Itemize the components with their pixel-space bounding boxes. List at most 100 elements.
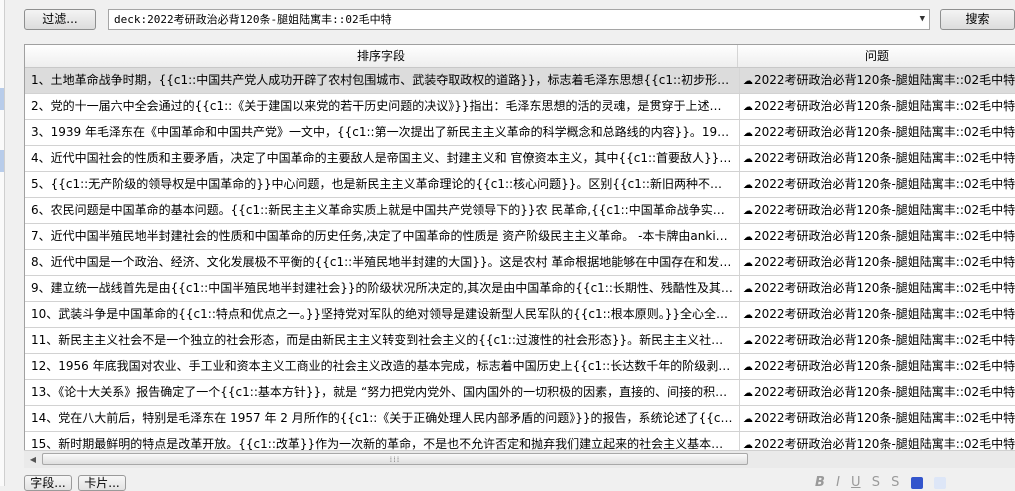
deck-icon: ☁	[743, 258, 753, 269]
question-cell: ☁2022考研政治必背120条-腿姐陆寓丰::02毛中特	[739, 276, 1015, 301]
dropdown-arrow-icon[interactable]: ▼	[920, 10, 925, 29]
deck-icon: ☁	[743, 76, 753, 87]
table-row[interactable]: 3、1939 年毛泽东在《中国革命和中国共产党》一文中，{{c1::第一次提出了…	[25, 120, 1015, 146]
question-cell: ☁2022考研政治必背120条-腿姐陆寓丰::02毛中特	[739, 354, 1015, 379]
question-text: 2022考研政治必背120条-腿姐陆寓丰::02毛中特	[754, 151, 1015, 165]
question-text: 2022考研政治必背120条-腿姐陆寓丰::02毛中特	[754, 437, 1015, 451]
table-row[interactable]: 8、近代中国是一个政治、经济、文化发展极不平衡的{{c1::半殖民地半封建的大国…	[25, 250, 1015, 276]
question-cell: ☁2022考研政治必背120条-腿姐陆寓丰::02毛中特	[739, 380, 1015, 405]
table-row[interactable]: 5、{{c1::无产阶级的领导权是中国革命的}}中心问题，也是新民主主义革命理论…	[25, 172, 1015, 198]
question-text: 2022考研政治必背120条-腿姐陆寓丰::02毛中特	[754, 333, 1015, 347]
table-row[interactable]: 6、农民问题是中国革命的基本问题。{{c1::新民主主义革命实质上就是中国共产党…	[25, 198, 1015, 224]
deck-icon: ☁	[743, 180, 753, 191]
question-cell: ☁2022考研政治必背120条-腿姐陆寓丰::02毛中特	[739, 406, 1015, 431]
sort-field-cell: 2、党的十一届六中全会通过的{{c1::《关于建国以来党的若干历史问题的决议》}…	[31, 99, 733, 113]
question-cell: ☁2022考研政治必背120条-腿姐陆寓丰::02毛中特	[739, 120, 1015, 145]
question-text: 2022考研政治必背120条-腿姐陆寓丰::02毛中特	[754, 359, 1015, 373]
sort-field-cell: 12、1956 年底我国对农业、手工业和资本主义工商业的社会主义改造的基本完成，…	[31, 359, 733, 373]
table-header: 排序字段 问题	[25, 45, 1015, 68]
fields-button[interactable]: 字段...	[24, 475, 72, 491]
table-row[interactable]: 7、近代中国半殖民地半封建社会的性质和中国革命的历史任务,决定了中国革命的性质是…	[25, 224, 1015, 250]
deck-icon: ☁	[743, 154, 753, 165]
sort-field-cell: 3、1939 年毛泽东在《中国革命和中国共产党》一文中，{{c1::第一次提出了…	[31, 125, 733, 139]
deck-icon: ☁	[743, 284, 753, 295]
sort-field-cell: 14、党在八大前后，特别是毛泽东在 1957 年 2 月所作的{{c1::《关于…	[31, 411, 733, 425]
search-button[interactable]: 搜索	[940, 9, 1015, 30]
color-swatch-icon[interactable]	[910, 476, 923, 489]
question-text: 2022考研政治必背120条-腿姐陆寓丰::02毛中特	[754, 177, 1015, 191]
italic-icon[interactable]: I	[836, 475, 840, 490]
question-text: 2022考研政治必背120条-腿姐陆寓丰::02毛中特	[754, 255, 1015, 269]
sort-field-cell: 8、近代中国是一个政治、经济、文化发展极不平衡的{{c1::半殖民地半封建的大国…	[31, 255, 733, 269]
table-row[interactable]: 1、土地革命战争时期，{{c1::中国共产党人成功开辟了农村包围城市、武装夺取政…	[25, 68, 1015, 94]
question-text: 2022考研政治必背120条-腿姐陆寓丰::02毛中特	[754, 203, 1015, 217]
column-header-question[interactable]: 问题	[738, 45, 1015, 67]
question-text: 2022考研政治必背120条-腿姐陆寓丰::02毛中特	[754, 229, 1015, 243]
table-row[interactable]: 15、新时期最鲜明的特点是改革开放。{{c1::改革}}作为一次新的革命，不是也…	[25, 432, 1015, 451]
sort-field-cell: 15、新时期最鲜明的特点是改革开放。{{c1::改革}}作为一次新的革命，不是也…	[31, 437, 733, 451]
question-cell: ☁2022考研政治必背120条-腿姐陆寓丰::02毛中特	[739, 68, 1015, 93]
scroll-left-arrow-icon[interactable]: ◀	[26, 453, 40, 466]
search-input[interactable]: deck:2022考研政治必背120条-腿姐陆寓丰::02毛中特 ▼	[108, 9, 930, 30]
search-query-text: deck:2022考研政治必背120条-腿姐陆寓丰::02毛中特	[114, 13, 392, 26]
subscript-icon[interactable]: S	[891, 475, 899, 490]
cards-button[interactable]: 卡片...	[78, 475, 126, 491]
sidebar-marker	[0, 150, 4, 172]
sidebar-marker	[0, 88, 4, 110]
scrollbar-thumb[interactable]: ⁞⁞⁞	[42, 453, 748, 465]
question-cell: ☁2022考研政治必背120条-腿姐陆寓丰::02毛中特	[739, 250, 1015, 275]
table-row[interactable]: 13、《论十大关系》报告确定了一个{{c1::基本方针}}，就是 “努力把党内党…	[25, 380, 1015, 406]
sort-field-cell: 6、农民问题是中国革命的基本问题。{{c1::新民主主义革命实质上就是中国共产党…	[31, 203, 733, 217]
question-text: 2022考研政治必背120条-腿姐陆寓丰::02毛中特	[754, 281, 1015, 295]
question-text: 2022考研政治必背120条-腿姐陆寓丰::02毛中特	[754, 125, 1015, 139]
sort-field-cell: 7、近代中国半殖民地半封建社会的性质和中国革命的历史任务,决定了中国革命的性质是…	[31, 229, 728, 243]
question-text: 2022考研政治必背120条-腿姐陆寓丰::02毛中特	[754, 411, 1015, 425]
deck-icon: ☁	[743, 414, 753, 425]
card-table[interactable]: 排序字段 问题 1、土地革命战争时期，{{c1::中国共产党人成功开辟了农村包围…	[24, 44, 1015, 451]
underline-icon[interactable]: U	[851, 475, 861, 490]
superscript-icon[interactable]: S	[872, 475, 880, 490]
sort-field-cell: 11、新民主主义社会不是一个独立的社会形态，而是由新民主主义转变到社会主义的{{…	[31, 333, 733, 347]
sort-field-cell: 9、建立统一战线首先是由{{c1::中国半殖民地半封建社会}}的阶级状况所决定的…	[31, 281, 733, 295]
grip-icon: ⁞⁞⁞	[389, 455, 401, 464]
question-cell: ☁2022考研政治必背120条-腿姐陆寓丰::02毛中特	[739, 198, 1015, 223]
horizontal-scrollbar[interactable]: ◀ ⁞⁞⁞	[24, 450, 1015, 468]
question-cell: ☁2022考研政治必背120条-腿姐陆寓丰::02毛中特	[739, 302, 1015, 327]
editor-format-toolbar: B I U S S	[815, 475, 953, 490]
question-cell: ☁2022考研政治必背120条-腿姐陆寓丰::02毛中特	[739, 224, 1015, 249]
deck-icon: ☁	[743, 206, 753, 217]
table-row[interactable]: 2、党的十一届六中全会通过的{{c1::《关于建国以来党的若干历史问题的决议》}…	[25, 94, 1015, 120]
question-text: 2022考研政治必背120条-腿姐陆寓丰::02毛中特	[754, 73, 1015, 87]
deck-icon: ☁	[743, 232, 753, 243]
question-cell: ☁2022考研政治必背120条-腿姐陆寓丰::02毛中特	[739, 328, 1015, 353]
deck-icon: ☁	[743, 310, 753, 321]
table-row[interactable]: 11、新民主主义社会不是一个独立的社会形态，而是由新民主主义转变到社会主义的{{…	[25, 328, 1015, 354]
sort-field-cell: 13、《论十大关系》报告确定了一个{{c1::基本方针}}，就是 “努力把党内党…	[31, 385, 733, 399]
window-left-edge	[0, 0, 5, 486]
question-cell: ☁2022考研政治必背120条-腿姐陆寓丰::02毛中特	[739, 172, 1015, 197]
deck-icon: ☁	[743, 336, 753, 347]
table-row[interactable]: 9、建立统一战线首先是由{{c1::中国半殖民地半封建社会}}的阶级状况所决定的…	[25, 276, 1015, 302]
deck-icon: ☁	[743, 128, 753, 139]
sort-field-cell: 4、近代中国社会的性质和主要矛盾，决定了中国革命的主要敌人是帝国主义、封建主义和…	[31, 151, 733, 165]
table-row[interactable]: 4、近代中国社会的性质和主要矛盾，决定了中国革命的主要敌人是帝国主义、封建主义和…	[25, 146, 1015, 172]
filter-button[interactable]: 过滤...	[24, 9, 96, 30]
sort-field-cell: 1、土地革命战争时期，{{c1::中国共产党人成功开辟了农村包围城市、武装夺取政…	[31, 73, 733, 87]
sort-field-cell: 5、{{c1::无产阶级的领导权是中国革命的}}中心问题，也是新民主主义革命理论…	[31, 177, 733, 191]
deck-icon: ☁	[743, 362, 753, 373]
question-text: 2022考研政治必背120条-腿姐陆寓丰::02毛中特	[754, 385, 1015, 399]
question-text: 2022考研政治必背120条-腿姐陆寓丰::02毛中特	[754, 307, 1015, 321]
question-cell: ☁2022考研政治必背120条-腿姐陆寓丰::02毛中特	[739, 94, 1015, 119]
question-cell: ☁2022考研政治必背120条-腿姐陆寓丰::02毛中特	[739, 146, 1015, 171]
table-row[interactable]: 14、党在八大前后，特别是毛泽东在 1957 年 2 月所作的{{c1::《关于…	[25, 406, 1015, 432]
bold-icon[interactable]: B	[815, 475, 825, 490]
table-body: 1、土地革命战争时期，{{c1::中国共产党人成功开辟了农村包围城市、武装夺取政…	[25, 68, 1015, 451]
sort-field-cell: 10、武装斗争是中国革命的{{c1::特点和优点之一。}}坚持党对军队的绝对领导…	[31, 307, 733, 321]
highlight-swatch-icon[interactable]	[933, 476, 946, 489]
table-row[interactable]: 12、1956 年底我国对农业、手工业和资本主义工商业的社会主义改造的基本完成，…	[25, 354, 1015, 380]
deck-icon: ☁	[743, 388, 753, 399]
column-header-sort-field[interactable]: 排序字段	[25, 45, 738, 67]
table-row[interactable]: 10、武装斗争是中国革命的{{c1::特点和优点之一。}}坚持党对军队的绝对领导…	[25, 302, 1015, 328]
question-cell: ☁2022考研政治必背120条-腿姐陆寓丰::02毛中特	[739, 432, 1015, 451]
question-text: 2022考研政治必背120条-腿姐陆寓丰::02毛中特	[754, 99, 1015, 113]
